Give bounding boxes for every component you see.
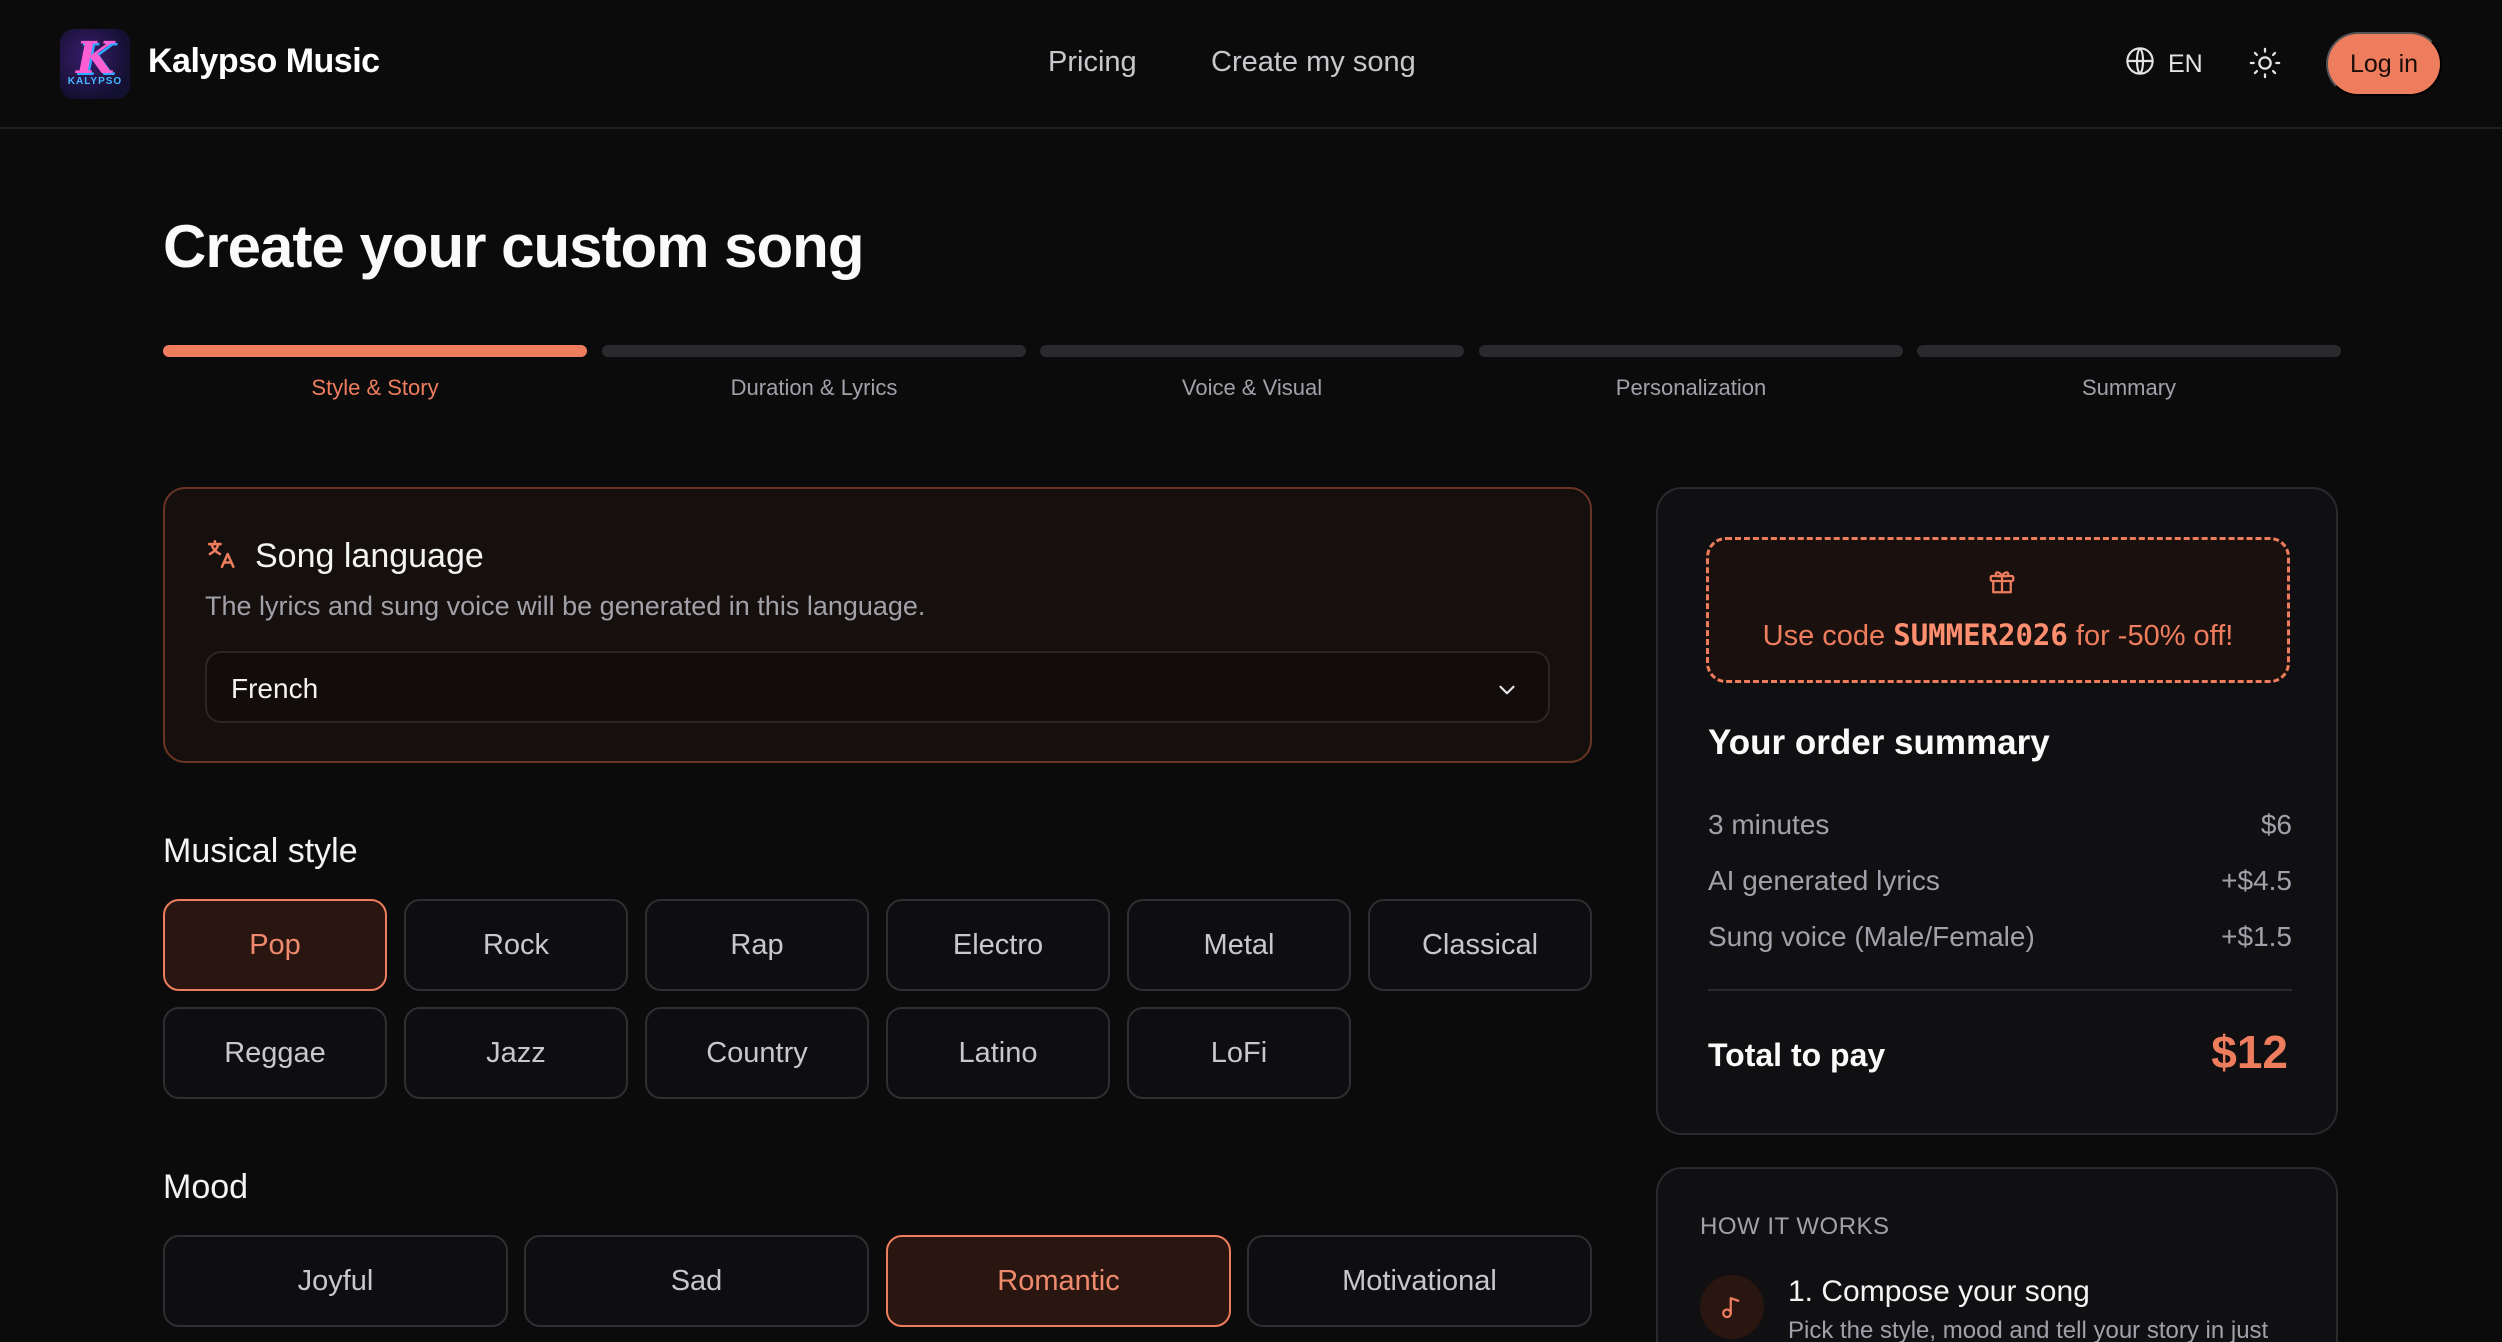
step-progress-bar	[1917, 345, 2341, 357]
brand-logo[interactable]: K KALYPSO	[60, 29, 130, 99]
promo-banner: Use code SUMMER2026 for -50% off!	[1706, 537, 2290, 683]
song-language-title: Song language	[255, 537, 484, 575]
order-summary-title: Your order summary	[1708, 723, 2050, 762]
brand-name[interactable]: Kalypso Music	[148, 42, 380, 81]
style-option-latino[interactable]: Latino	[886, 1007, 1110, 1099]
style-option-electro[interactable]: Electro	[886, 899, 1110, 991]
style-option-reggae[interactable]: Reggae	[163, 1007, 387, 1099]
step-progress-bar	[1040, 345, 1464, 357]
login-button[interactable]: Log in	[2326, 32, 2442, 96]
how-it-works-card: HOW IT WORKS 1. Compose your song Pick t…	[1656, 1167, 2338, 1342]
style-option-pop[interactable]: Pop	[163, 899, 387, 991]
mood-option-joyful[interactable]: Joyful	[163, 1235, 508, 1327]
style-option-metal[interactable]: Metal	[1127, 899, 1351, 991]
total-label: Total to pay	[1708, 1037, 1886, 1073]
sun-icon	[2248, 47, 2282, 84]
step-label: Style & Story	[311, 375, 439, 400]
summary-line-lyrics: AI generated lyrics +$4.5	[1708, 865, 2292, 897]
how-step-title: 1. Compose your song	[1788, 1275, 2090, 1308]
style-option-country[interactable]: Country	[645, 1007, 869, 1099]
step-label: Duration & Lyrics	[730, 375, 898, 400]
translate-icon	[205, 537, 239, 576]
top-navbar: K KALYPSO Kalypso Music Pricing Create m…	[0, 0, 2502, 129]
promo-text: Use code SUMMER2026 for -50% off!	[1709, 618, 2287, 653]
step-voice-visual[interactable]: Voice & Visual	[1040, 345, 1464, 401]
mood-option-sad[interactable]: Sad	[524, 1235, 869, 1327]
summary-divider	[1708, 989, 2292, 991]
step-label: Personalization	[1615, 375, 1767, 400]
musical-style-title: Musical style	[163, 832, 358, 870]
gift-icon	[1987, 566, 2017, 601]
step-duration-lyrics[interactable]: Duration & Lyrics	[602, 345, 1026, 401]
theme-toggle-button[interactable]	[2248, 46, 2284, 82]
summary-line-label: Sung voice (Male/Female)	[1708, 921, 2035, 952]
song-language-description: The lyrics and sung voice will be genera…	[205, 591, 926, 621]
step-personalization[interactable]: Personalization	[1479, 345, 1903, 401]
promo-suffix: for -50% off!	[2067, 620, 2234, 652]
summary-line-label: AI generated lyrics	[1708, 865, 1940, 896]
mood-option-romantic[interactable]: Romantic	[886, 1235, 1231, 1327]
step-style-story[interactable]: Style & Story	[163, 345, 587, 401]
language-select-value: French	[231, 673, 319, 704]
total-value: $12	[2211, 1026, 2288, 1078]
nav-pricing[interactable]: Pricing	[1048, 46, 1137, 79]
order-summary-card: Use code SUMMER2026 for -50% off! Your o…	[1656, 487, 2338, 1135]
step-progress-bar	[1479, 345, 1903, 357]
summary-line-price: +$1.5	[2221, 921, 2292, 952]
globe-icon	[2124, 45, 2156, 84]
chevron-down-icon	[1494, 677, 1520, 708]
step-summary[interactable]: Summary	[1917, 345, 2341, 401]
song-language-card: Song language The lyrics and sung voice …	[163, 487, 1592, 763]
summary-line-label: 3 minutes	[1708, 809, 1830, 840]
promo-prefix: Use code	[1762, 620, 1894, 652]
summary-line-price: $6	[2260, 809, 2292, 840]
summary-line-voice: Sung voice (Male/Female) +$1.5	[1708, 921, 2292, 953]
logo-text: KALYPSO	[67, 76, 123, 87]
promo-code: SUMMER2026	[1893, 618, 2068, 652]
mood-title: Mood	[163, 1168, 249, 1206]
style-option-classical[interactable]: Classical	[1368, 899, 1592, 991]
how-step-description: Pick the style, mood and tell your story…	[1788, 1317, 2269, 1342]
language-code: EN	[2168, 49, 2203, 78]
style-option-jazz[interactable]: Jazz	[404, 1007, 628, 1099]
how-it-works-title: HOW IT WORKS	[1700, 1213, 1890, 1240]
step-progress-bar	[602, 345, 1026, 357]
style-option-rap[interactable]: Rap	[645, 899, 869, 991]
summary-line-duration: 3 minutes $6	[1708, 809, 2292, 841]
step-label: Summary	[2081, 375, 2177, 400]
style-option-rock[interactable]: Rock	[404, 899, 628, 991]
step-progress-bar	[163, 345, 587, 357]
step-label: Voice & Visual	[1181, 375, 1323, 400]
summary-line-price: +$4.5	[2221, 865, 2292, 896]
mood-option-motivational[interactable]: Motivational	[1247, 1235, 1592, 1327]
music-note-icon	[1700, 1275, 1764, 1339]
language-selector[interactable]: EN	[2124, 46, 2203, 82]
style-option-lofi[interactable]: LoFi	[1127, 1007, 1351, 1099]
page-title: Create your custom song	[163, 213, 864, 280]
nav-create-song[interactable]: Create my song	[1211, 46, 1416, 79]
language-select[interactable]: French	[205, 651, 1550, 723]
